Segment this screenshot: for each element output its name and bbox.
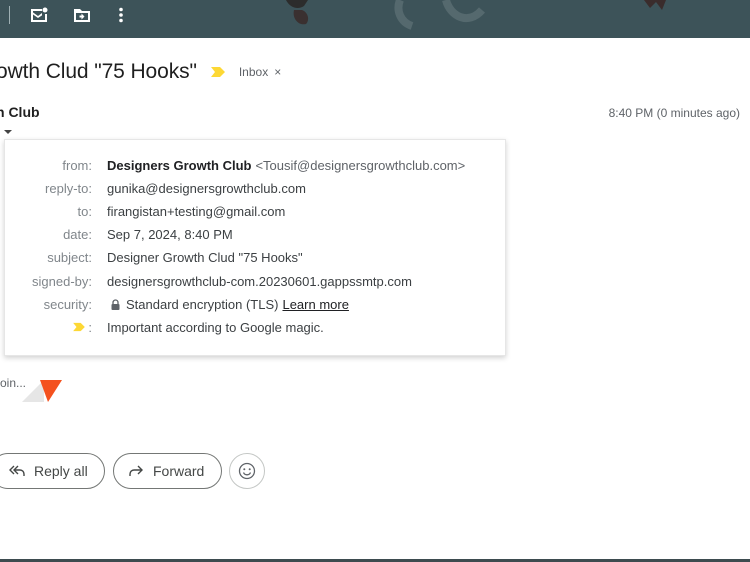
importance-label: : bbox=[5, 320, 92, 335]
label-chip-inbox[interactable]: Inbox × bbox=[239, 65, 281, 79]
email-subject-row: owth Clud "75 Hooks" Inbox × bbox=[0, 58, 281, 86]
security-value: Standard encryption (TLS) bbox=[126, 296, 279, 312]
label-chip-text: Inbox bbox=[238, 65, 269, 79]
smiley-icon bbox=[238, 462, 256, 480]
from-name: Designers Growth Club bbox=[107, 157, 252, 173]
details-row-signed-by: signed-by: designersgrowthclub-com.20230… bbox=[5, 271, 505, 291]
details-row-reply-to: reply-to: gunika@designersgrowthclub.com bbox=[5, 178, 505, 198]
signed-by-label: signed-by: bbox=[32, 273, 92, 289]
to-value: firangistan+testing@gmail.com bbox=[107, 203, 286, 219]
mark-unread-icon[interactable] bbox=[28, 4, 50, 26]
message-details-popup: from: Designers Growth Club <Tousif@desi… bbox=[4, 139, 506, 356]
show-details-caret-icon[interactable] bbox=[4, 130, 12, 134]
from-label: from: bbox=[62, 157, 92, 173]
reply-all-button[interactable]: Reply all bbox=[0, 453, 105, 489]
remove-label-icon[interactable]: × bbox=[274, 65, 281, 79]
importance-value: Important according to Google magic. bbox=[107, 319, 324, 335]
details-row-date: date: Sep 7, 2024, 8:40 PM bbox=[5, 224, 505, 244]
signed-by-value: designersgrowthclub-com.20230601.gappssm… bbox=[107, 273, 412, 289]
details-row-from: from: Designers Growth Club <Tousif@desi… bbox=[5, 155, 505, 175]
emoji-reaction-button[interactable] bbox=[229, 453, 265, 489]
details-row-subject: subject: Designer Growth Clud "75 Hooks" bbox=[5, 247, 505, 267]
importance-marker-icon[interactable] bbox=[210, 66, 225, 78]
subject-label: subject: bbox=[47, 249, 92, 265]
date-label: date: bbox=[63, 226, 92, 242]
email-subject: owth Clud "75 Hooks" bbox=[0, 60, 197, 83]
sender-name: n Club bbox=[0, 104, 40, 120]
move-to-icon[interactable] bbox=[71, 4, 93, 26]
forward-icon bbox=[129, 465, 143, 476]
lock-icon bbox=[111, 298, 120, 310]
date-value: Sep 7, 2024, 8:40 PM bbox=[107, 226, 233, 242]
details-row-security: security: Standard encryption (TLS) Lear… bbox=[5, 294, 505, 314]
security-label: security: bbox=[43, 296, 92, 312]
forward-button[interactable]: Forward bbox=[113, 453, 222, 489]
learn-more-link[interactable]: Learn more bbox=[282, 297, 348, 312]
forward-label: Forward bbox=[153, 463, 205, 479]
more-vert-icon[interactable] bbox=[110, 4, 132, 26]
email-timestamp: 8:40 PM (0 minutes ago) bbox=[608, 106, 740, 120]
reply-to-value: gunika@designersgrowthclub.com bbox=[107, 180, 306, 196]
toolbar-divider bbox=[9, 6, 10, 24]
from-email: <Tousif@designersgrowthclub.com> bbox=[255, 157, 466, 173]
reply-all-label: Reply all bbox=[34, 463, 88, 479]
importance-marker-icon bbox=[73, 322, 86, 332]
to-label: to: bbox=[77, 203, 92, 219]
reply-to-label: reply-to: bbox=[45, 180, 92, 196]
importance-colon: : bbox=[88, 319, 92, 335]
details-row-to: to: firangistan+testing@gmail.com bbox=[5, 201, 505, 221]
reply-all-icon bbox=[9, 465, 25, 476]
header-illustration-right bbox=[644, 0, 666, 10]
toolbar bbox=[0, 0, 750, 38]
attachment-thumbnail[interactable] bbox=[22, 380, 62, 402]
subject-value: Designer Growth Clud "75 Hooks" bbox=[107, 249, 303, 265]
header-illustration bbox=[286, 0, 486, 30]
details-row-importance: : Important according to Google magic. bbox=[5, 317, 505, 337]
